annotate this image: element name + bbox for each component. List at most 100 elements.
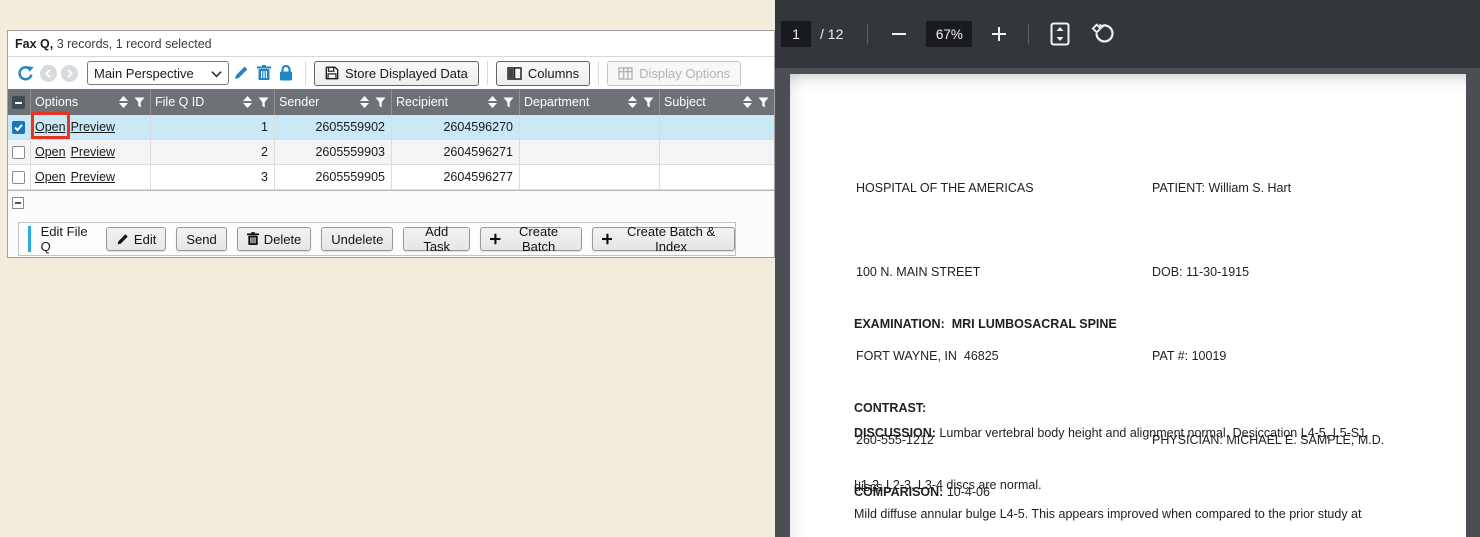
sort-icon[interactable] — [628, 96, 637, 108]
filter-icon[interactable] — [258, 97, 269, 108]
delete-button-label: Delete — [264, 232, 302, 247]
options-cell: Open Preview — [30, 115, 150, 139]
preview-link[interactable]: Preview — [71, 120, 115, 134]
edit-bar-label: Edit File Q — [41, 224, 94, 254]
recipient-cell: 2604596271 — [391, 140, 519, 164]
column-label: Subject — [664, 95, 706, 109]
row-checkbox[interactable] — [12, 121, 25, 134]
table-row: OpenPreview 1 2605559902 2604596270 — [8, 115, 774, 140]
lock-perspective-icon[interactable] — [275, 63, 297, 83]
zoom-in-button[interactable] — [990, 25, 1008, 43]
send-button[interactable]: Send — [176, 227, 226, 251]
send-button-label: Send — [186, 232, 216, 247]
fit-page-icon — [1050, 22, 1070, 46]
department-cell — [519, 165, 659, 189]
fit-to-page-button[interactable] — [1049, 22, 1071, 46]
sort-icon[interactable] — [243, 96, 252, 108]
sender-cell: 2605559905 — [274, 165, 391, 189]
department-cell — [519, 115, 659, 139]
store-displayed-data-button[interactable]: Store Displayed Data — [314, 61, 479, 86]
page-count-label: / 12 — [820, 26, 843, 42]
columns-button[interactable]: Columns — [496, 61, 590, 86]
edit-perspective-icon[interactable] — [229, 63, 253, 83]
create-batch-button[interactable]: Create Batch — [480, 227, 582, 251]
row-checkbox[interactable] — [12, 146, 25, 159]
header-cell-options: Options — [30, 89, 150, 115]
columns-icon — [507, 67, 522, 80]
edit-file-q-bar: Edit File Q Edit Send Delete Undelete — [18, 222, 736, 256]
delete-button[interactable]: Delete — [237, 227, 312, 251]
collapse-icon[interactable] — [12, 197, 24, 209]
sort-icon[interactable] — [119, 96, 128, 108]
create-batch-label: Create Batch — [506, 224, 572, 254]
toolbar-divider — [598, 61, 599, 85]
discussion-label: DISCUSSION: — [854, 426, 936, 440]
delete-perspective-icon[interactable] — [253, 63, 275, 83]
display-options-button[interactable]: Display Options — [607, 61, 741, 86]
sort-icon[interactable] — [488, 96, 497, 108]
chevron-down-icon — [211, 66, 222, 81]
header-cell-recipient: Recipient — [391, 89, 519, 115]
filter-icon[interactable] — [643, 97, 654, 108]
plus-icon — [490, 233, 500, 245]
sort-icon[interactable] — [743, 96, 752, 108]
next-record-button[interactable] — [61, 65, 78, 82]
table-row: OpenPreview 2 2605559903 2604596271 — [8, 140, 774, 165]
doc-line: Mild diffuse annular bulge L4-5. This ap… — [854, 505, 1394, 523]
fax-q-card: Fax Q, 3 records, 1 record selected Main… — [7, 30, 775, 258]
undelete-button[interactable]: Undelete — [321, 227, 393, 251]
perspective-select[interactable]: Main Perspective — [87, 61, 229, 85]
preview-link[interactable]: Preview — [71, 145, 115, 159]
create-batch-index-button[interactable]: Create Batch & Index — [592, 227, 735, 251]
rotate-button[interactable] — [1091, 22, 1115, 46]
pdf-toolbar: 1 / 12 67% — [775, 0, 1480, 68]
subject-cell — [659, 115, 774, 139]
header-cell-sender: Sender — [274, 89, 391, 115]
previous-record-button[interactable] — [40, 65, 57, 82]
zoom-level-input[interactable]: 67% — [926, 21, 972, 47]
open-link[interactable]: Open — [35, 145, 66, 159]
fax-q-panel: Fax Q, 3 records, 1 record selected Main… — [0, 0, 775, 537]
page-number-input[interactable]: 1 — [781, 21, 811, 47]
pdf-viewer-panel: 1 / 12 67% HOSPITAL OF THE AMERICAS 100 … — [775, 0, 1480, 537]
column-label: File Q ID — [155, 95, 204, 109]
department-cell — [519, 140, 659, 164]
edit-button[interactable]: Edit — [106, 227, 166, 251]
doc-line: HOSPITAL OF THE AMERICAS — [856, 174, 1034, 202]
table-row: OpenPreview 3 2605559905 2604596277 — [8, 165, 774, 190]
trash-icon — [247, 232, 259, 246]
refresh-icon[interactable] — [14, 62, 36, 84]
table-header-row: Options File Q ID Sender Recipient Depar… — [8, 89, 774, 115]
save-icon — [325, 66, 339, 80]
toolbar-divider — [487, 61, 488, 85]
row-checkbox[interactable] — [12, 171, 25, 184]
screenshot-root: Fax Q, 3 records, 1 record selected Main… — [0, 0, 1480, 537]
filter-icon[interactable] — [375, 97, 386, 108]
display-options-label: Display Options — [639, 66, 730, 81]
open-link[interactable]: Open — [35, 120, 66, 134]
header-cell-subject: Subject — [659, 89, 774, 115]
toolbar-divider — [305, 61, 306, 85]
options-cell: Open Preview — [30, 140, 150, 164]
filter-icon[interactable] — [503, 97, 514, 108]
zoom-out-button[interactable] — [890, 25, 908, 43]
sort-icon[interactable] — [360, 96, 369, 108]
column-label: Department — [524, 95, 589, 109]
add-task-button[interactable]: Add Task — [403, 227, 470, 251]
rotate-icon — [1091, 22, 1115, 46]
column-label: Recipient — [396, 95, 448, 109]
header-cell-select — [8, 89, 30, 115]
filter-icon[interactable] — [134, 97, 145, 108]
minus-icon — [892, 27, 906, 41]
edit-button-label: Edit — [134, 232, 156, 247]
sender-cell: 2605559903 — [274, 140, 391, 164]
exam-label: EXAMINATION: — [854, 317, 945, 331]
columns-label: Columns — [528, 66, 579, 81]
preview-link[interactable]: Preview — [71, 170, 115, 184]
row-select-cell — [8, 165, 30, 189]
filter-icon[interactable] — [758, 97, 769, 108]
select-all-checkbox[interactable] — [12, 96, 25, 109]
header-cell-file-q-id: File Q ID — [150, 89, 274, 115]
open-link[interactable]: Open — [35, 170, 66, 184]
panel-title-bar: Fax Q, 3 records, 1 record selected — [8, 31, 774, 57]
